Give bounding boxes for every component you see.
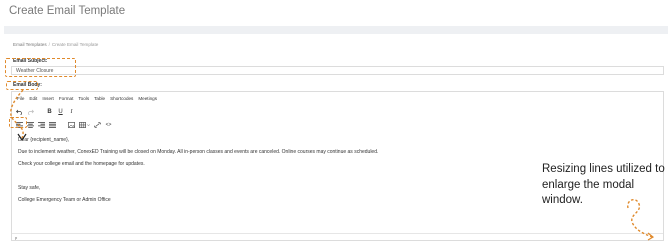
breadcrumb-current: Create Email Template [51, 42, 99, 47]
menu-table[interactable]: Table [94, 96, 105, 101]
align-right-icon[interactable] [37, 120, 46, 129]
breadcrumb: Email Templates / Create Email Template [13, 42, 98, 47]
header-bar [4, 26, 668, 34]
menu-shortcodes[interactable]: Shortcodes [110, 96, 133, 101]
justify-icon[interactable] [48, 120, 57, 129]
page-title: Create Email Template [9, 5, 126, 17]
signature-line: College Emergency Team or Admin Office [18, 197, 111, 203]
email-subject-label: Email Subject: [13, 58, 48, 64]
breadcrumb-separator: / [48, 42, 50, 47]
menu-insert[interactable]: Insert [42, 96, 54, 101]
editor-menubar: File Edit Insert Format Tools Table Shor… [17, 96, 157, 101]
email-subject-input[interactable]: Weather Closure [11, 66, 664, 75]
menu-edit[interactable]: Edit [29, 96, 37, 101]
editor-statusbar: p [12, 233, 663, 240]
align-left-icon[interactable] [15, 120, 24, 129]
content-line-1: Due to inclement weather, ConexED Traini… [18, 149, 379, 155]
annotation-note: Resizing lines utilized to enlarge the m… [542, 163, 665, 206]
image-icon[interactable] [67, 120, 76, 129]
align-center-icon[interactable] [26, 120, 35, 129]
undo-icon[interactable] [15, 107, 24, 116]
greeting-line: Dear {recipient_name}, [18, 137, 70, 143]
italic-button[interactable]: I [67, 107, 76, 116]
menu-meetings[interactable]: Meetings [138, 96, 157, 101]
code-icon[interactable]: <> [104, 120, 113, 129]
breadcrumb-email-templates[interactable]: Email Templates [13, 42, 47, 47]
editor-toolbar-row-1: B U I [15, 107, 76, 116]
link-icon[interactable] [93, 120, 102, 129]
closing-line: Stay safe, [18, 185, 41, 191]
table-icon[interactable] [78, 120, 91, 129]
content-line-2: Check your college email and the homepag… [18, 161, 145, 167]
underline-button[interactable]: U [56, 107, 65, 116]
redo-icon[interactable] [26, 107, 35, 116]
editor-toolbar-row-2: <> [15, 120, 113, 129]
menu-tools[interactable]: Tools [78, 96, 89, 101]
template-form-panel: Email Templates / Create Email Template Em… [8, 38, 664, 243]
menu-format[interactable]: Format [59, 96, 74, 101]
email-body-label: Email Body: [13, 82, 42, 88]
bold-button[interactable]: B [45, 107, 54, 116]
menu-file[interactable]: File [17, 96, 24, 101]
